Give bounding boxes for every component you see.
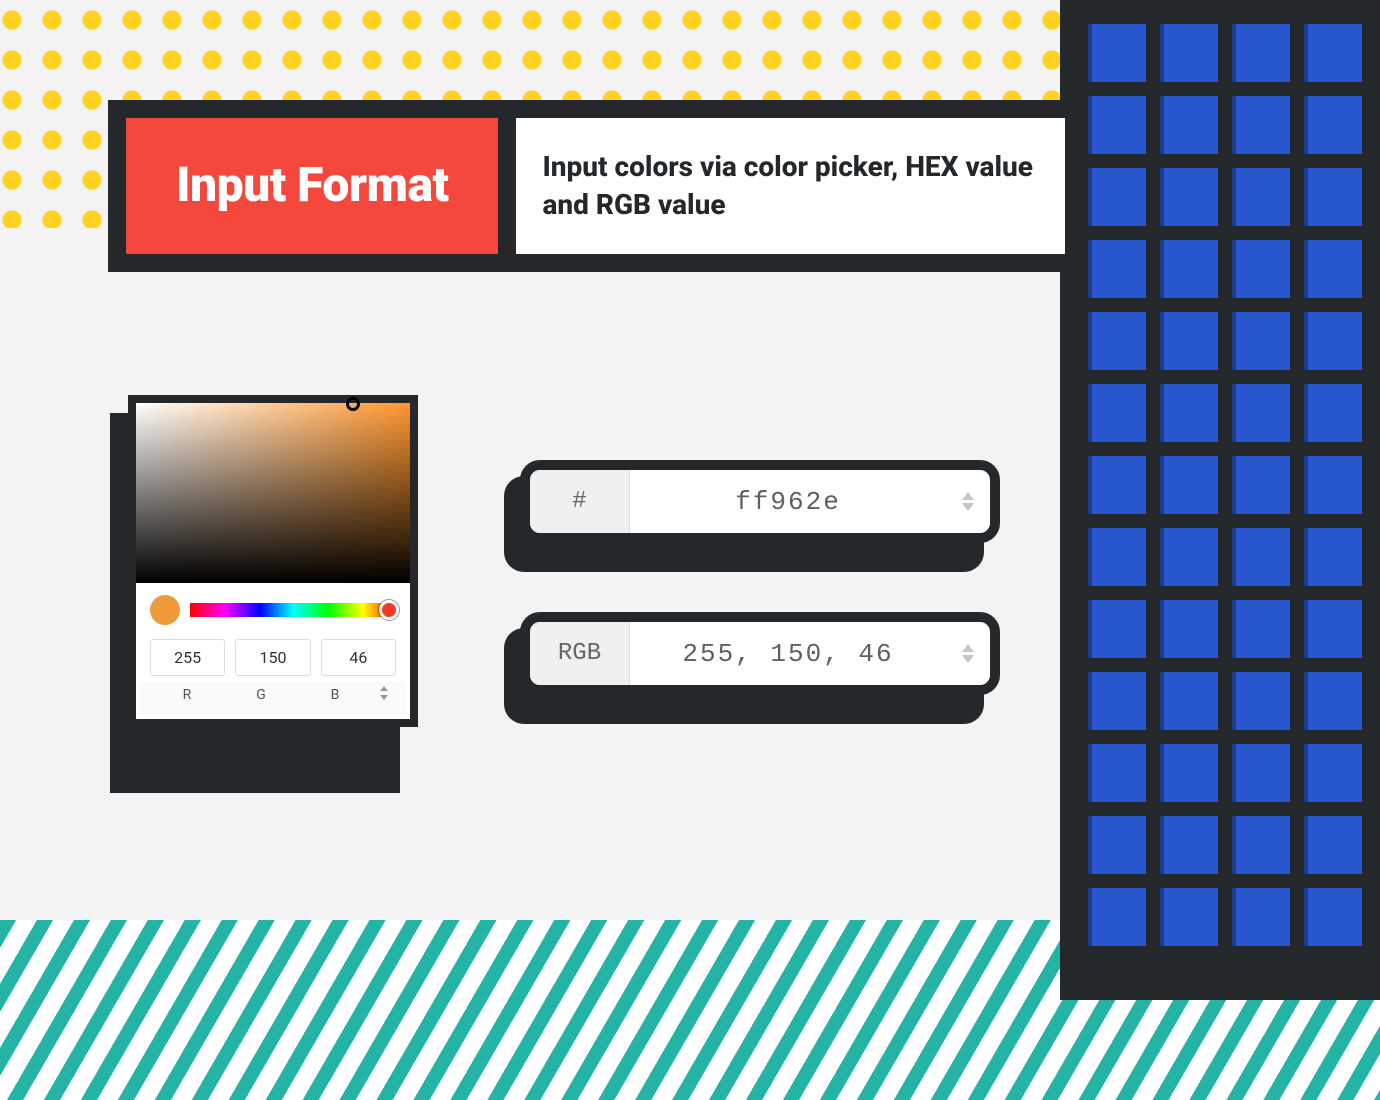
color-swatch xyxy=(150,595,180,625)
r-label: R xyxy=(150,687,224,703)
hue-slider[interactable] xyxy=(190,603,396,617)
rgb-labels: R G B xyxy=(140,682,406,715)
hue-handle[interactable] xyxy=(379,600,399,620)
rgb-value[interactable]: 255, 150, 46 xyxy=(630,622,946,685)
g-label: G xyxy=(224,687,298,703)
chevron-down-icon xyxy=(961,502,975,512)
hex-input-card: # ff962e xyxy=(520,460,1000,543)
blue-square-grid xyxy=(1060,0,1380,1000)
hex-value[interactable]: ff962e xyxy=(630,470,946,533)
hex-stepper[interactable] xyxy=(946,470,990,533)
header-bar: Input Format Input colors via color pick… xyxy=(108,100,1083,272)
g-input[interactable]: 150 xyxy=(235,639,310,676)
hex-input[interactable]: # ff962e xyxy=(520,460,1000,543)
chevron-up-icon xyxy=(961,491,975,501)
chevron-down-icon xyxy=(961,654,975,664)
r-input[interactable]: 255 xyxy=(150,639,225,676)
color-picker-panel: 255 150 46 R G B xyxy=(128,395,418,727)
teal-stripes xyxy=(0,920,1380,1100)
rgb-input[interactable]: RGB 255, 150, 46 xyxy=(520,612,1000,695)
rgb-prefix: RGB xyxy=(530,622,630,685)
b-input[interactable]: 46 xyxy=(321,639,396,676)
hex-prefix: # xyxy=(530,470,630,533)
saturation-value-handle[interactable] xyxy=(346,397,360,411)
chevron-up-icon xyxy=(961,643,975,653)
format-stepper-icon[interactable] xyxy=(372,686,396,703)
page-subtitle: Input colors via color picker, HEX value… xyxy=(516,118,1065,254)
page-title: Input Format xyxy=(126,118,498,254)
rgb-stepper[interactable] xyxy=(946,622,990,685)
b-label: B xyxy=(298,687,372,703)
rgb-input-card: RGB 255, 150, 46 xyxy=(520,612,1000,695)
color-picker: 255 150 46 R G B xyxy=(128,395,418,727)
saturation-value-area[interactable] xyxy=(136,403,410,583)
